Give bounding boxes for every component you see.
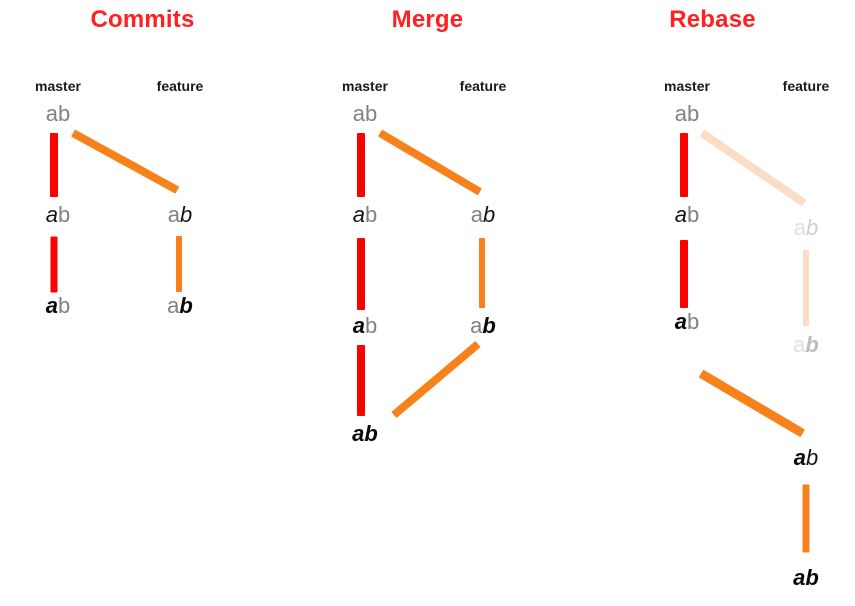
commit-char: b xyxy=(483,202,496,227)
git-branching-diagram: Commits master feature ab ab ab ab ab Merge maste… xyxy=(0,0,855,606)
commit-char: a xyxy=(674,202,687,227)
commit-node: ab xyxy=(793,567,819,589)
commit-char: a xyxy=(793,332,806,357)
commit-char: a xyxy=(352,421,365,446)
commit-node: ab xyxy=(675,204,700,226)
panel-title-merge: Merge xyxy=(391,6,464,33)
commit-node: ab xyxy=(167,295,193,317)
commit-edge xyxy=(680,133,688,197)
commit-char: a xyxy=(45,202,58,227)
commit-char: b xyxy=(365,313,378,338)
commit-char: b xyxy=(179,293,193,318)
commit-char: a xyxy=(352,313,365,338)
commit-edge xyxy=(803,250,809,326)
commit-char: b xyxy=(687,309,700,334)
branch-label-feature: feature xyxy=(782,78,830,94)
commit-char: b xyxy=(58,202,71,227)
commit-char: a xyxy=(674,101,687,126)
commit-node: ab xyxy=(675,103,700,125)
commit-char: a xyxy=(352,202,365,227)
commit-edge xyxy=(50,236,58,292)
commit-char: b xyxy=(58,293,71,318)
commit-char: a xyxy=(167,202,180,227)
commit-char: b xyxy=(805,332,819,357)
commit-char: b xyxy=(365,101,378,126)
panel-title-rebase: Rebase xyxy=(669,6,756,33)
commit-edge xyxy=(50,133,58,197)
commit-char: a xyxy=(793,215,806,240)
commit-char: a xyxy=(793,565,806,590)
commit-node: ab xyxy=(353,103,378,125)
commit-char: b xyxy=(365,202,378,227)
commit-char: a xyxy=(793,445,806,470)
commit-edge xyxy=(802,484,810,552)
commit-node: ab xyxy=(675,311,700,333)
commit-edge xyxy=(357,238,365,310)
commit-node: ab xyxy=(352,423,378,445)
commit-char: b xyxy=(58,101,71,126)
commit-edge xyxy=(357,133,365,197)
commit-char: a xyxy=(674,309,687,334)
commit-edge xyxy=(479,238,485,308)
commit-char: b xyxy=(687,101,700,126)
branch-label-feature: feature xyxy=(156,78,204,94)
panel-merge: Merge xyxy=(285,0,570,606)
panel-title-commits: Commits xyxy=(90,6,195,33)
commit-edge xyxy=(680,240,688,308)
commit-node: ab xyxy=(46,204,71,226)
commit-node: ab xyxy=(46,103,71,125)
commit-node: ab xyxy=(46,295,71,317)
commit-node: ab xyxy=(470,315,496,337)
commit-node: ab xyxy=(353,315,378,337)
commit-char: a xyxy=(470,202,483,227)
commit-char: b xyxy=(180,202,193,227)
commit-char: a xyxy=(352,101,365,126)
commit-node: ab xyxy=(794,447,819,469)
branch-label-feature: feature xyxy=(459,78,507,94)
commit-char: b xyxy=(687,202,700,227)
commit-edge xyxy=(357,345,365,416)
branch-label-master: master xyxy=(35,78,81,94)
commit-char: b xyxy=(482,313,496,338)
commit-node: ab xyxy=(168,204,193,226)
commit-char: a xyxy=(45,101,58,126)
commit-char: a xyxy=(45,293,58,318)
branch-label-master: master xyxy=(342,78,388,94)
branch-label-master: master xyxy=(664,78,710,94)
commit-char: b xyxy=(805,565,819,590)
commit-edge xyxy=(176,236,182,292)
commit-node: ab xyxy=(471,204,496,226)
commit-char: b xyxy=(364,421,378,446)
commit-node: ab xyxy=(353,204,378,226)
commit-char: a xyxy=(470,313,483,338)
commit-char: b xyxy=(806,215,819,240)
commit-char: b xyxy=(806,445,819,470)
commit-node-ghost: ab xyxy=(794,217,819,239)
commit-char: a xyxy=(167,293,180,318)
commit-node-ghost: ab xyxy=(793,334,819,356)
